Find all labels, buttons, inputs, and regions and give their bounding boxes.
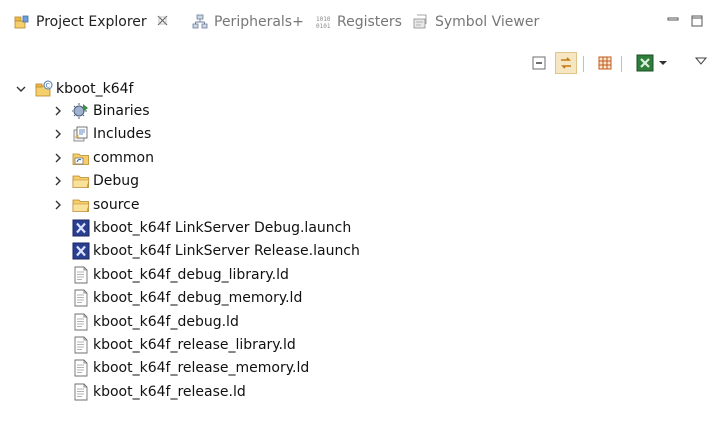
chevron-right-icon[interactable] [52, 175, 64, 187]
tree-item[interactable]: Debug [52, 170, 139, 192]
text-file-icon [72, 383, 90, 401]
tree-item[interactable]: common [52, 147, 154, 169]
tree-item-label: Debug [93, 173, 140, 190]
text-file-icon [72, 289, 90, 307]
text-file-icon [72, 336, 90, 354]
tree-item[interactable]: kboot_k64f_debug.ld [52, 311, 239, 333]
registers-icon: 1010 0101 [315, 14, 331, 30]
c-project-icon: C [35, 80, 53, 98]
toolbar-separator [621, 56, 622, 72]
tab-registers[interactable]: 1010 0101 Registers [315, 8, 402, 36]
tree-item[interactable]: Includes [52, 123, 151, 145]
text-file-icon [72, 313, 90, 331]
tree-item-label: Includes [93, 126, 152, 143]
tree-item-label: kboot_k64f_release.ld [93, 383, 246, 400]
binaries-icon [72, 102, 90, 120]
tree-item[interactable]: kboot_k64f_release_memory.ld [52, 357, 309, 379]
chevron-right-icon[interactable] [52, 105, 64, 117]
linked-folder-icon [72, 149, 90, 167]
minimize-icon[interactable] [666, 14, 680, 28]
tree-item-label: kboot_k64f_release_library.ld [93, 337, 296, 353]
launch-file-icon [72, 242, 90, 260]
tab-label: Symbol Viewer [435, 14, 540, 30]
tree-item-label: kboot_k64f LinkServer Debug.launch [93, 220, 352, 236]
tree-item-label: kboot_k64f_debug.ld [93, 313, 239, 330]
toolbar-separator [583, 56, 584, 72]
collapse-all-icon[interactable] [528, 52, 550, 74]
folder-icon [72, 172, 90, 190]
tree-item-label: kboot_k64f_release_memory.ld [93, 360, 310, 377]
filter-icon[interactable] [594, 52, 616, 74]
tab-label: Registers [337, 14, 402, 30]
launch-config-icon[interactable] [634, 52, 656, 74]
close-icon[interactable] [157, 15, 168, 30]
folder-icon [72, 196, 90, 214]
tab-label: Project Explorer [36, 14, 147, 30]
chevron-right-icon[interactable] [52, 128, 64, 140]
tree-item[interactable]: kboot_k64f_release.ld [52, 381, 246, 403]
svg-text:0101: 0101 [316, 23, 331, 30]
tree-item[interactable]: kboot_k64f LinkServer Release.launch [52, 240, 360, 262]
tree-item[interactable]: kboot_k64f_debug_memory.ld [52, 287, 302, 309]
tree-item-label: source [93, 196, 140, 213]
tab-peripherals[interactable]: Peripherals+ [192, 8, 304, 36]
tab-project-explorer[interactable]: Project Explorer [14, 8, 168, 36]
view-menu-icon[interactable] [693, 50, 709, 72]
project-explorer-icon [14, 14, 30, 30]
svg-text:C: C [46, 83, 50, 90]
symbol-viewer-icon [413, 14, 429, 30]
tree-item-label: kboot_k64f LinkServer Release.launch [93, 243, 360, 260]
link-with-editor-icon[interactable] [555, 52, 577, 74]
tab-label: Peripherals+ [214, 14, 304, 30]
chevron-right-icon[interactable] [52, 152, 64, 164]
tree-item[interactable]: source [52, 194, 140, 216]
tree-item[interactable]: Binaries [52, 100, 150, 122]
tree-item-label: kboot_k64f_debug_memory.ld [93, 290, 303, 307]
text-file-icon [72, 359, 90, 377]
tree-item-label: Binaries [93, 103, 150, 119]
tree-item-project[interactable]: C kboot_k64f [15, 78, 133, 100]
tree-item-label: kboot_k64f [56, 81, 134, 97]
launch-file-icon [72, 219, 90, 237]
maximize-icon[interactable] [690, 14, 704, 28]
dropdown-arrow-icon[interactable] [656, 52, 670, 74]
chevron-right-icon[interactable] [52, 199, 64, 211]
tree-item-label: kboot_k64f_debug_library.ld [93, 266, 289, 283]
includes-icon [72, 125, 90, 143]
tab-symbol-viewer[interactable]: Symbol Viewer [413, 8, 539, 36]
tree-item[interactable]: kboot_k64f_debug_library.ld [52, 264, 289, 286]
tree-item[interactable]: kboot_k64f LinkServer Debug.launch [52, 217, 351, 239]
svg-text:1010: 1010 [316, 16, 331, 23]
text-file-icon [72, 266, 90, 284]
tree-item[interactable]: kboot_k64f_release_library.ld [52, 334, 296, 356]
peripherals-icon [192, 14, 208, 30]
tree-item-label: common [93, 149, 154, 166]
view-tab-bar: Project Explorer Peripherals+ 1010 0101 … [0, 0, 714, 40]
chevron-down-icon[interactable] [15, 83, 27, 95]
